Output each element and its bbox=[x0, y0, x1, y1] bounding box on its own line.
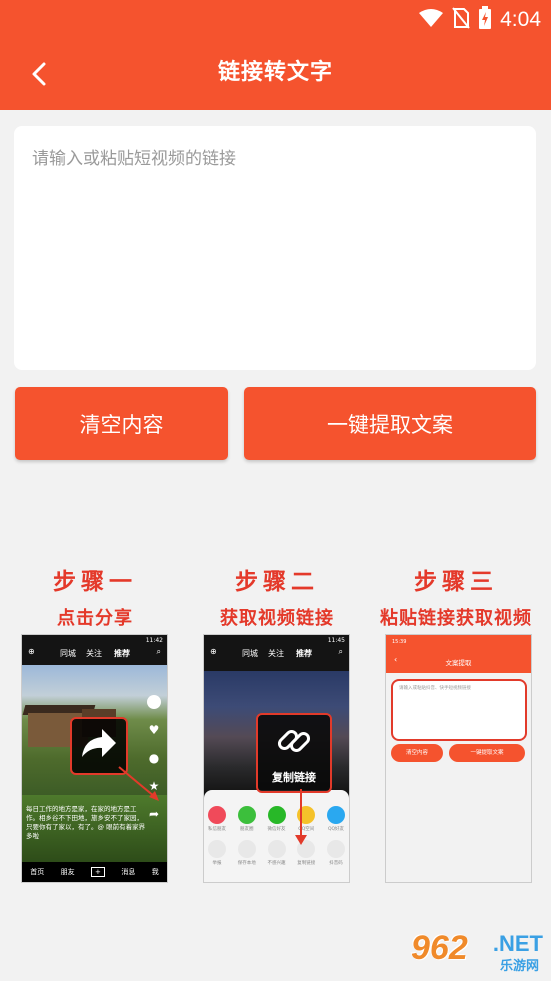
plus-circle-icon: ⊕ bbox=[28, 647, 35, 656]
step-3: 步骤三 粘贴链接获取视频 bbox=[366, 562, 546, 630]
nav-item: 我 bbox=[151, 868, 159, 876]
mini-header: 15:39 ‹ 文案提取 bbox=[386, 635, 531, 673]
mini-extract-button: 一键提取文案 bbox=[449, 744, 525, 762]
copy-link-label: 复制链接 bbox=[272, 771, 316, 784]
shot-tab: 推荐 bbox=[114, 649, 130, 658]
shot-tab: 关注 bbox=[268, 649, 284, 658]
pointer-arrow bbox=[118, 766, 159, 801]
avatar bbox=[147, 695, 161, 709]
mini-title: 文案提取 bbox=[445, 659, 472, 667]
step-subtitle: 粘贴链接获取视频 bbox=[380, 608, 532, 629]
watermark-net: .NET bbox=[492, 931, 543, 956]
nav-item: 消息 bbox=[121, 868, 136, 876]
search-icon: ⌕ bbox=[156, 647, 161, 656]
status-time: 4:04 bbox=[500, 8, 541, 31]
plus-circle-icon: ⊕ bbox=[210, 647, 217, 656]
shot-top-bar: 11:45 ⊕ 同城 关注 推荐 ⌕ bbox=[204, 635, 349, 661]
watermark-logo: 962 .NET 乐游网 bbox=[411, 929, 543, 975]
step-1-screenshot: 11:42 ⊕ 同城 关注 推荐 ⌕ ♥ ● ★ ➦ 每日工作的地方是家，在家的… bbox=[21, 634, 168, 883]
watermark-number: 962 bbox=[411, 929, 468, 967]
share-option: 朋友圈 bbox=[237, 806, 256, 832]
link-input[interactable] bbox=[14, 126, 536, 370]
step-subtitle: 点击分享 bbox=[57, 608, 133, 629]
share-option: 保存本地 bbox=[237, 840, 256, 866]
battery-charging-icon bbox=[478, 6, 492, 34]
shot-tab: 同城 bbox=[60, 649, 76, 658]
app-header: 链接转文字 bbox=[0, 36, 551, 110]
share-option: 不感兴趣 bbox=[267, 840, 286, 866]
share-option: 举报 bbox=[208, 840, 226, 866]
mini-clear-button: 清空内容 bbox=[391, 744, 443, 762]
step-title: 步骤二 bbox=[235, 569, 319, 595]
status-icons: 4:04 bbox=[418, 6, 541, 34]
extract-button[interactable]: 一键提取文案 bbox=[244, 387, 536, 460]
status-bar: 4:04 bbox=[0, 0, 551, 36]
share-row: 私信朋友 朋友圈 微信好友 QQ空间 QQ好友 bbox=[208, 806, 345, 832]
share-option: 微信好友 bbox=[267, 806, 286, 832]
heart-icon: ♥ bbox=[148, 723, 160, 737]
comment-icon: ● bbox=[148, 751, 160, 765]
step-3-screenshot: 15:39 ‹ 文案提取 请输入或粘贴抖音、快手短视频链接 清空内容 一键提取文… bbox=[385, 634, 532, 883]
wifi-icon bbox=[418, 8, 444, 32]
nav-item: + bbox=[91, 867, 105, 877]
step-2-screenshot: 11:45 ⊕ 同城 关注 推荐 ⌕ 私信朋友 朋友圈 微信好友 QQ空间 QQ… bbox=[203, 634, 350, 883]
step-subtitle: 获取视频链接 bbox=[220, 608, 334, 629]
shot-tab: 推荐 bbox=[296, 649, 312, 658]
search-icon: ⌕ bbox=[338, 647, 343, 656]
mini-input: 请输入或粘贴抖音、快手短视频链接 bbox=[391, 679, 527, 741]
share-icon: ➦ bbox=[148, 807, 160, 821]
shot-tab: 同城 bbox=[242, 649, 258, 658]
pointer-arrow bbox=[295, 789, 307, 845]
shot-time: 11:45 bbox=[327, 637, 345, 644]
mini-placeholder: 请输入或粘贴抖音、快手短视频链接 bbox=[399, 686, 471, 691]
link-icon bbox=[277, 729, 311, 753]
shot-top-bar: 11:42 ⊕ 同城 关注 推荐 ⌕ bbox=[22, 635, 167, 661]
step-2: 步骤二 获取视频链接 bbox=[203, 562, 351, 630]
share-option: 私信朋友 bbox=[208, 806, 226, 832]
page-title: 链接转文字 bbox=[217, 60, 333, 85]
shot-time: 11:42 bbox=[145, 637, 163, 644]
share-sheet: 私信朋友 朋友圈 微信好友 QQ空间 QQ好友 举报 保存本地 不感兴趣 复制链… bbox=[204, 790, 349, 882]
shot-bottom-nav: 首页 朋友 + 消息 我 bbox=[22, 862, 167, 882]
watermark-cn: 乐游网 bbox=[499, 959, 539, 974]
share-row: 举报 保存本地 不感兴趣 复制链接 抖音码 bbox=[208, 840, 345, 866]
step-title: 步骤三 bbox=[414, 569, 498, 595]
mini-time: 15:39 bbox=[392, 639, 407, 645]
nav-item: 首页 bbox=[30, 868, 45, 876]
copy-link-highlight: 复制链接 bbox=[256, 713, 332, 793]
step-1: 步骤一 点击分享 bbox=[21, 562, 169, 630]
nav-item: 朋友 bbox=[60, 868, 75, 876]
share-option: 抖音码 bbox=[327, 840, 345, 866]
share-option: QQ好友 bbox=[327, 806, 345, 832]
clear-button[interactable]: 清空内容 bbox=[15, 387, 228, 460]
no-sim-icon bbox=[452, 7, 470, 33]
step-title: 步骤一 bbox=[53, 569, 137, 595]
share-arrow-icon bbox=[82, 729, 116, 757]
shot-tab: 关注 bbox=[86, 649, 102, 658]
video-caption: 每日工作的地方是家，在家的地方是工作。相乡谷不下田地，旅乡安不了家园，只要你有了… bbox=[26, 805, 146, 840]
